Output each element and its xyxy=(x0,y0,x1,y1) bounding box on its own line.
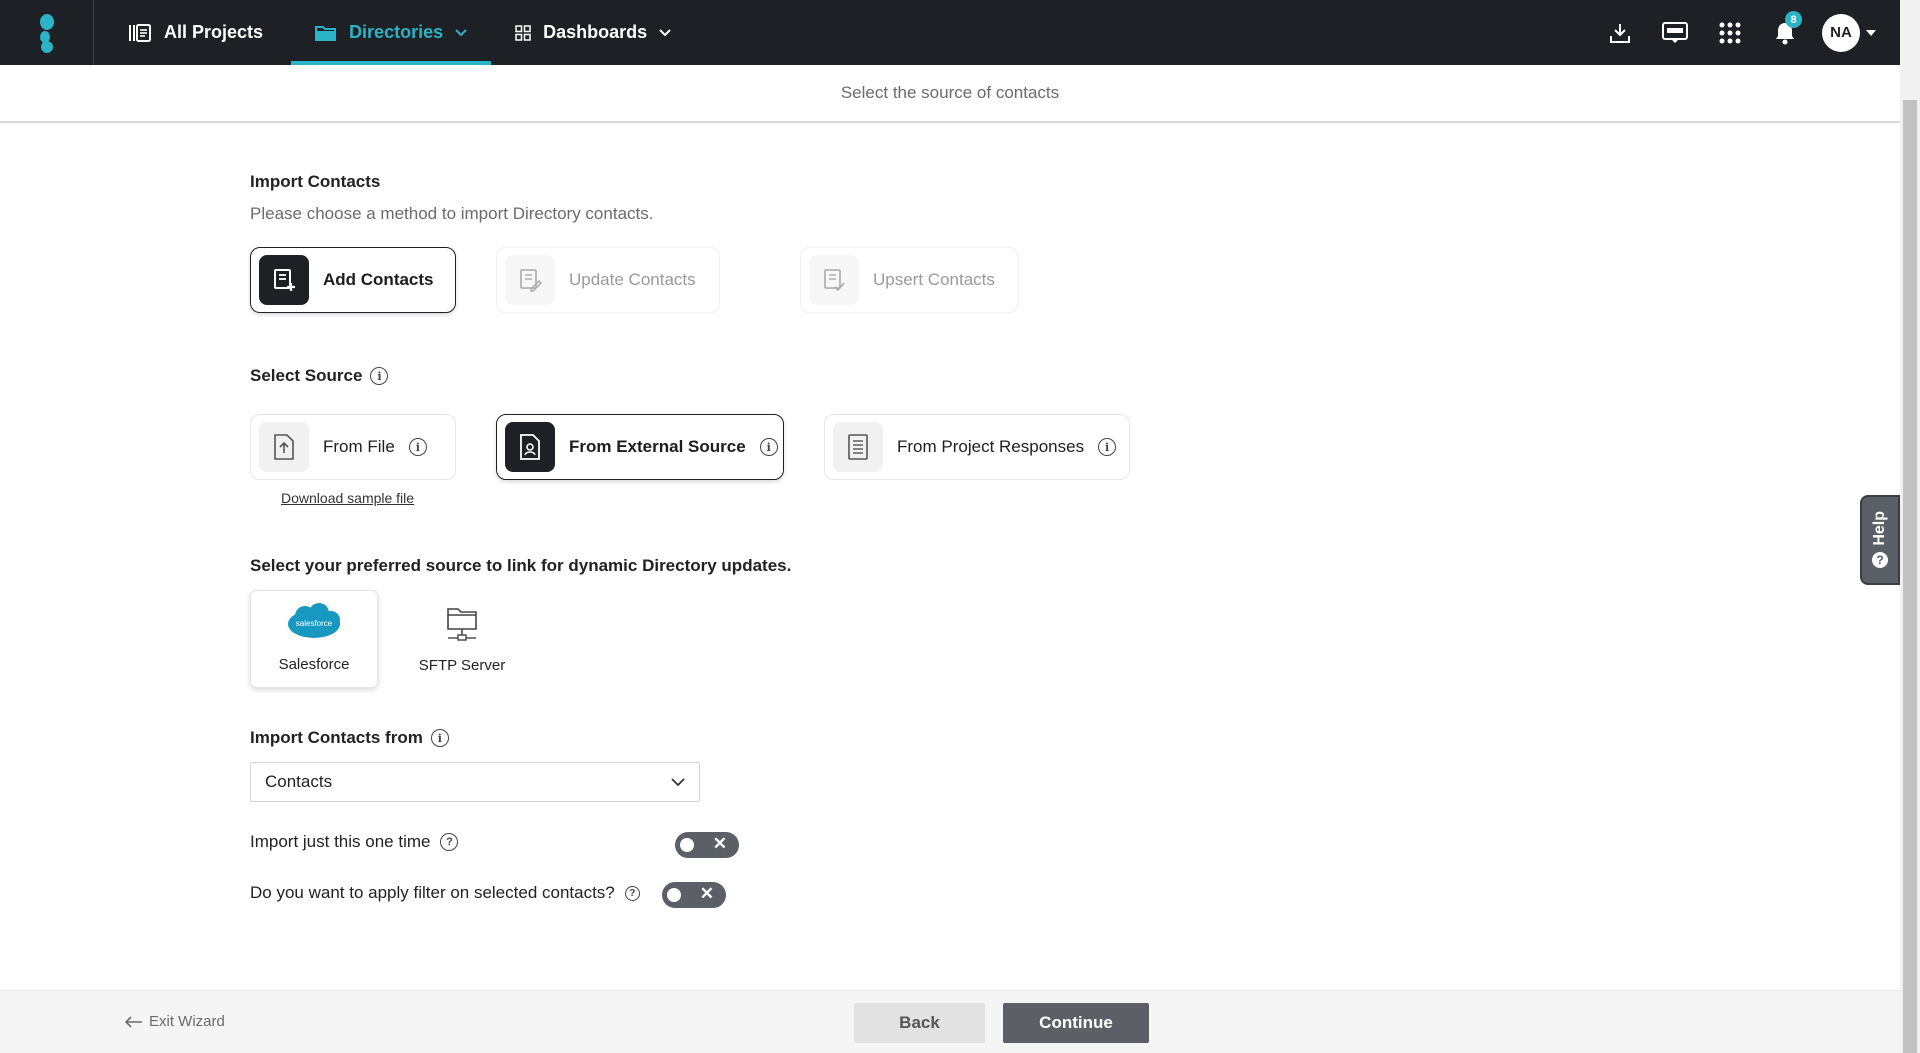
avatar: NA xyxy=(1822,13,1860,52)
page-scrollbar[interactable] xyxy=(1900,0,1920,1053)
toggle-off-icon: ✕ xyxy=(712,834,727,853)
info-icon[interactable]: i xyxy=(759,438,778,456)
scrollbar-thumb[interactable] xyxy=(1903,100,1917,1053)
apply-filter-label: Do you want to apply filter on selected … xyxy=(250,883,615,902)
tile-sftp-server[interactable]: SFTP Server xyxy=(398,590,526,688)
message-icon xyxy=(1661,21,1688,43)
nav-all-projects[interactable]: All Projects xyxy=(104,0,287,65)
nav-directories[interactable]: Directories xyxy=(291,0,492,65)
source-from-project-responses[interactable]: From Project Responses i xyxy=(824,414,1130,480)
method-upsert-contacts-label: Upsert Contacts xyxy=(873,270,995,289)
help-tab[interactable]: Help ? xyxy=(1860,495,1900,585)
add-contacts-icon xyxy=(259,255,309,305)
chevron-down-icon xyxy=(455,28,467,36)
info-icon[interactable]: i xyxy=(370,367,389,385)
one-time-toggle[interactable]: ✕ xyxy=(675,832,739,858)
import-contacts-section: Import Contacts Please choose a method t… xyxy=(250,172,653,224)
help-label: Help xyxy=(1871,510,1888,546)
tile-sftp-server-label: SFTP Server xyxy=(418,657,506,674)
nav-directories-label: Directories xyxy=(349,22,444,42)
help-icon: ? xyxy=(1872,552,1888,569)
download-sample-link[interactable]: Download sample file xyxy=(281,490,414,506)
method-update-contacts-label: Update Contacts xyxy=(569,270,696,289)
external-source-icon xyxy=(505,422,555,472)
import-from-selected: Contacts xyxy=(265,772,333,791)
sftp-server-icon xyxy=(444,603,480,647)
source-from-external-label: From External Source xyxy=(569,437,746,456)
salesforce-icon: salesforce xyxy=(285,602,343,646)
apply-filter-row: Do you want to apply filter on selected … xyxy=(250,883,640,903)
dashboard-grid-icon xyxy=(515,24,531,41)
dynamic-source-title: Select your preferred source to link for… xyxy=(250,556,792,575)
method-add-contacts[interactable]: Add Contacts xyxy=(250,247,456,313)
question-icon[interactable]: ? xyxy=(624,885,640,901)
notifications-button[interactable]: 8 xyxy=(1757,0,1812,65)
one-time-row: Import just this one time ? xyxy=(250,832,459,852)
svg-text:?: ? xyxy=(1876,553,1883,567)
apps-grid-icon xyxy=(1719,22,1740,43)
info-icon[interactable]: i xyxy=(430,729,449,747)
tile-salesforce-label: Salesforce xyxy=(278,656,350,673)
feedback-button[interactable] xyxy=(1647,0,1702,65)
import-from-title: Import Contacts from xyxy=(250,728,423,747)
import-contacts-title: Import Contacts xyxy=(250,172,381,191)
source-from-project-responses-label: From Project Responses xyxy=(897,437,1085,456)
nav-right: 8 NA xyxy=(1592,0,1900,65)
app-logo[interactable] xyxy=(0,0,94,65)
download-button[interactable] xyxy=(1592,0,1647,65)
source-from-external[interactable]: From External Source i xyxy=(496,414,784,480)
apps-button[interactable] xyxy=(1702,0,1757,65)
nav-dashboards[interactable]: Dashboards xyxy=(491,0,695,65)
toggle-knob xyxy=(680,838,694,852)
tile-salesforce[interactable]: salesforce Salesforce xyxy=(250,590,378,688)
caret-down-icon xyxy=(1866,29,1876,36)
back-button[interactable]: Back xyxy=(854,1003,985,1043)
info-icon[interactable]: i xyxy=(1098,438,1117,456)
chevron-down-icon xyxy=(659,28,671,36)
wizard-step-title: Select the source of contacts xyxy=(840,83,1060,102)
logo-icon xyxy=(39,13,54,53)
import-contacts-subtitle: Please choose a method to import Directo… xyxy=(250,204,654,223)
notification-badge: 8 xyxy=(1785,11,1802,28)
nav-dashboards-label: Dashboards xyxy=(543,22,648,42)
method-upsert-contacts: Upsert Contacts xyxy=(800,247,1019,313)
wizard-footer: Exit Wizard Back Continue xyxy=(0,990,1900,1053)
upsert-contacts-icon xyxy=(809,255,859,305)
select-source-title-row: Select Source i xyxy=(250,366,389,386)
source-from-file[interactable]: From File i xyxy=(250,414,456,480)
select-source-title: Select Source xyxy=(250,366,363,385)
top-nav: All Projects Directories Dashboards 8 NA xyxy=(0,0,1900,65)
import-from-select[interactable]: Contacts xyxy=(250,762,700,802)
update-contacts-icon xyxy=(505,255,555,305)
import-from-title-row: Import Contacts from i xyxy=(250,728,449,748)
arrow-left-icon xyxy=(125,1015,142,1028)
salesforce-logo-text: salesforce xyxy=(296,619,333,628)
question-icon[interactable]: ? xyxy=(440,833,459,851)
nav-all-projects-label: All Projects xyxy=(164,22,264,42)
continue-button[interactable]: Continue xyxy=(1003,1003,1149,1043)
project-responses-icon xyxy=(833,422,883,472)
exit-wizard-label: Exit Wizard xyxy=(149,1013,225,1030)
chevron-down-icon xyxy=(671,777,685,786)
exit-wizard-button[interactable]: Exit Wizard xyxy=(125,1013,225,1030)
download-icon xyxy=(1609,23,1630,43)
projects-icon xyxy=(129,23,151,42)
method-add-contacts-label: Add Contacts xyxy=(323,270,434,289)
wizard-step-header: Select the source of contacts xyxy=(0,65,1900,123)
folder-icon xyxy=(315,25,337,41)
apply-filter-toggle[interactable]: ✕ xyxy=(662,882,726,908)
toggle-knob xyxy=(667,888,681,902)
user-menu[interactable]: NA xyxy=(1812,0,1890,65)
method-update-contacts: Update Contacts xyxy=(496,247,720,313)
upload-file-icon xyxy=(259,422,309,472)
info-icon[interactable]: i xyxy=(408,438,427,456)
one-time-label: Import just this one time xyxy=(250,832,431,851)
toggle-off-icon: ✕ xyxy=(699,884,714,903)
source-from-file-label: From File xyxy=(323,437,395,456)
